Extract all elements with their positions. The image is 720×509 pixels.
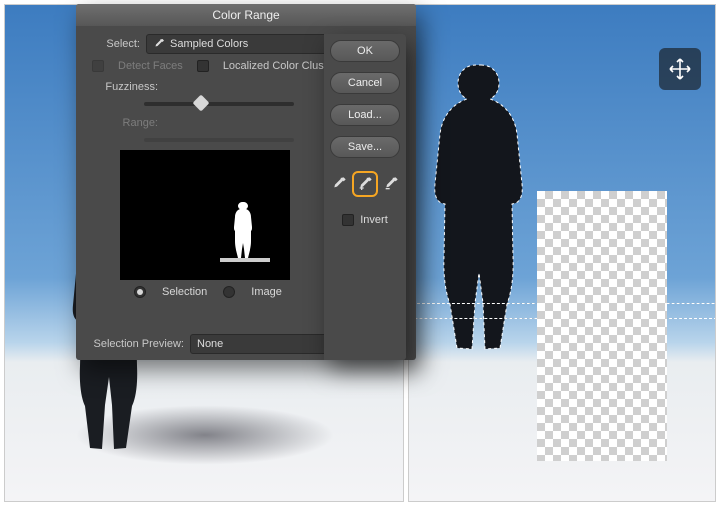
- detect-faces-label: Detect Faces: [118, 60, 183, 72]
- cancel-button[interactable]: Cancel: [330, 72, 400, 94]
- detect-faces-checkbox: [92, 60, 104, 72]
- radio-image-label: Image: [251, 286, 282, 298]
- slider-thumb[interactable]: [193, 95, 210, 112]
- radio-selection[interactable]: [134, 286, 146, 298]
- dialog-title[interactable]: Color Range: [76, 4, 416, 26]
- preview-shadow: [220, 258, 270, 262]
- radio-image[interactable]: [223, 286, 235, 298]
- preview-figure: [230, 200, 258, 260]
- move-icon: [668, 57, 692, 81]
- fuzziness-label: Fuzziness:: [86, 81, 158, 93]
- range-slider: [144, 138, 294, 142]
- range-label: Range:: [86, 117, 158, 129]
- invert-label: Invert: [360, 214, 388, 226]
- eyedropper-add-tool[interactable]: [355, 174, 375, 194]
- save-button[interactable]: Save...: [330, 136, 400, 158]
- ok-button[interactable]: OK: [330, 40, 400, 62]
- eyedropper-subtract-tool[interactable]: [381, 174, 401, 194]
- selection-preview-value: None: [197, 338, 223, 350]
- load-button[interactable]: Load...: [330, 104, 400, 126]
- canvas-workspace: Color Range Select: Sampled Colors ⌄ Det…: [0, 0, 720, 509]
- document-panel-right: [408, 4, 716, 502]
- select-value: Sampled Colors: [170, 38, 248, 50]
- selection-preview-thumbnail[interactable]: [120, 150, 290, 280]
- eyedropper-icon: [153, 38, 165, 50]
- eyedropper-icon: [331, 176, 347, 192]
- move-tool-overlay[interactable]: [659, 48, 701, 90]
- fuzziness-slider[interactable]: [144, 102, 294, 106]
- radio-selection-label: Selection: [162, 286, 207, 298]
- eyedropper-group: [329, 174, 401, 194]
- eyedropper-subtract-icon: [383, 176, 399, 192]
- dialog-button-column: OK Cancel Load... Save... Invert: [324, 34, 406, 360]
- select-label: Select:: [86, 38, 140, 50]
- load-label: Load...: [348, 109, 382, 121]
- invert-checkbox[interactable]: [342, 214, 354, 226]
- localized-clusters-checkbox[interactable]: [197, 60, 209, 72]
- ok-label: OK: [357, 45, 373, 57]
- eyedropper-add-icon: [357, 176, 373, 192]
- eyedropper-tool[interactable]: [329, 174, 349, 194]
- cancel-label: Cancel: [348, 77, 382, 89]
- figure-transparent: [537, 191, 667, 461]
- selection-preview-label: Selection Preview:: [84, 338, 184, 350]
- save-label: Save...: [348, 141, 382, 153]
